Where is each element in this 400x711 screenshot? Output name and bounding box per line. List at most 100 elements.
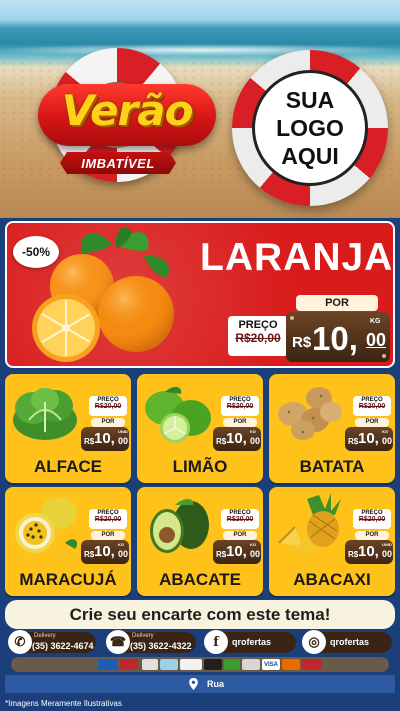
por-label: POR — [91, 418, 125, 427]
contact-label: Delivery — [132, 633, 154, 639]
product-name: MARACUJÁ — [19, 570, 117, 589]
price-box: R$ 10, 00 KG — [81, 540, 129, 564]
hero-old-price: R$20,00 — [235, 331, 281, 345]
old-price-tag: PREÇO R$20,00 — [89, 509, 127, 529]
price-cents: 00 — [118, 549, 129, 559]
old-price-tag: PREÇO R$20,00 — [353, 396, 391, 416]
unit: KG — [250, 542, 256, 547]
price-box: R$ 10, 00 KG — [213, 427, 261, 451]
hero-old-price-tag: PREÇO R$20,00 — [228, 316, 288, 356]
orange-slice — [32, 294, 100, 362]
contact-value: qrofertas — [232, 637, 272, 647]
payment-card-icon: card — [302, 659, 322, 670]
old-price: R$20,00 — [358, 516, 386, 523]
payment-card-icon: card — [282, 659, 300, 670]
old-price: R$20,00 — [226, 516, 254, 523]
cta-banner[interactable]: Crie seu encarte com este tema! — [5, 600, 395, 629]
price-rivet — [290, 316, 294, 320]
price-integer: 10, — [226, 543, 247, 560]
hero-unit: KG — [370, 318, 381, 325]
contact-label: Delivery — [34, 633, 56, 639]
address-text: Rua — [207, 679, 225, 689]
price-cents: 00 — [250, 549, 261, 559]
hero-product-name: LARANJA — [200, 236, 394, 279]
old-price-tag: PREÇO R$20,00 — [353, 509, 391, 529]
price-rivet — [382, 354, 386, 358]
avocado-image — [150, 499, 209, 553]
hero-currency: R$ — [292, 334, 312, 351]
unit: UNID — [382, 542, 392, 547]
payment-card-icon: card — [120, 659, 138, 670]
product-name: ABACAXI — [293, 570, 371, 589]
brand-subtitle-banner: IMBATÍVEL — [60, 152, 176, 174]
lettuce-image — [13, 388, 77, 440]
old-price: R$20,00 — [226, 403, 254, 410]
price-integer: 10, — [358, 543, 379, 560]
hero-por-label: POR — [296, 295, 378, 311]
price-integer: 10, — [226, 430, 247, 447]
price-cents: 00 — [118, 436, 129, 446]
logo-line: LOGO — [276, 115, 344, 141]
payment-card-icon: card — [242, 659, 260, 670]
pineapple-image — [278, 493, 341, 553]
contact-value: (35) 3622-4322 — [130, 641, 192, 651]
old-price: R$20,00 — [94, 403, 122, 410]
instagram-icon: ◎ — [302, 630, 326, 654]
price-cents: 00 — [382, 549, 393, 559]
old-price: R$20,00 — [94, 516, 122, 523]
logo-line: SUA — [285, 87, 335, 113]
hero-price-box: R$ 10, 00 KG — [286, 312, 390, 362]
por-label: POR — [223, 418, 257, 427]
passion-fruit-image — [15, 497, 78, 553]
currency: R$ — [84, 550, 95, 559]
currency: R$ — [216, 437, 227, 446]
price-box: R$ 10, 00 UNID — [81, 427, 129, 451]
por-label: POR — [355, 531, 389, 540]
hero-price-cents: 00 — [366, 330, 387, 350]
logo-placeholder: SUA LOGO AQUI — [252, 70, 368, 186]
por-label: POR — [355, 418, 389, 427]
sea-foam — [0, 44, 400, 56]
price-box: R$ 10, 00 KG — [213, 540, 261, 564]
payment-card-icon: card — [142, 659, 158, 670]
lime-image — [145, 386, 211, 443]
price-box: R$ 10, 00 KG — [345, 427, 393, 451]
price-cents: 00 — [382, 436, 393, 446]
payment-card-icon: VISA — [262, 659, 280, 670]
old-price-tag: PREÇO R$20,00 — [89, 396, 127, 416]
contact-value: qrofertas — [330, 637, 370, 647]
hero-price-integer: 10, — [312, 320, 358, 357]
brand-title: Verão — [61, 86, 194, 135]
payment-card-icon: card — [160, 659, 178, 670]
potato-image — [278, 387, 342, 440]
product-name: ABACATE — [159, 570, 241, 589]
payment-card-icon: card — [204, 659, 222, 670]
product-name: LIMÃO — [172, 457, 228, 476]
product-name: BATATA — [299, 457, 365, 476]
price-integer: 10, — [358, 430, 379, 447]
currency: R$ — [348, 437, 359, 446]
hero-preco-label: PREÇO — [238, 319, 278, 331]
old-price-tag: PREÇO R$20,00 — [221, 396, 259, 416]
contact-value: (35) 3622-4674 — [32, 641, 94, 651]
price-cents: 00 — [250, 436, 261, 446]
unit: KG — [118, 542, 124, 547]
price-integer: 10, — [94, 543, 115, 560]
product-name: ALFACE — [34, 457, 102, 476]
unit: UNID — [118, 429, 128, 434]
payment-card-icon: card — [224, 659, 240, 670]
brand-subtitle: IMBATÍVEL — [81, 155, 155, 171]
unit: KG — [250, 429, 256, 434]
location-pin-icon — [189, 678, 198, 690]
facebook-icon: f — [204, 630, 228, 654]
address-bar — [5, 675, 395, 693]
por-label: POR — [223, 531, 257, 540]
currency: R$ — [84, 437, 95, 446]
old-price: R$20,00 — [358, 403, 386, 410]
discount-badge: -50% — [13, 236, 59, 268]
por-label: POR — [91, 531, 125, 540]
phone-icon: ☎ — [106, 630, 130, 654]
whatsapp-icon: ✆ — [8, 630, 32, 654]
price-integer: 10, — [94, 430, 115, 447]
old-price-tag: PREÇO R$20,00 — [221, 509, 259, 529]
